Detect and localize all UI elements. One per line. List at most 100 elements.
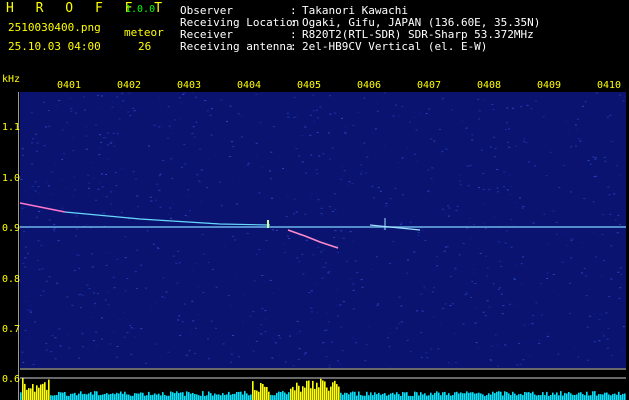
- noise-speck: [167, 106, 170, 108]
- signal-bar: [184, 395, 186, 400]
- signal-bar: [268, 391, 270, 400]
- noise-speck: [146, 230, 149, 232]
- signal-bar: [230, 394, 232, 400]
- noise-speck: [425, 113, 428, 114]
- noise-speck: [486, 300, 489, 302]
- noise-speck: [500, 265, 503, 267]
- signal-bar: [270, 394, 272, 400]
- noise-speck: [327, 321, 330, 323]
- spectrogram-plot: [20, 92, 626, 368]
- noise-speck: [557, 353, 560, 355]
- noise-speck: [74, 235, 77, 237]
- noise-speck: [31, 185, 34, 187]
- noise-speck: [459, 180, 462, 182]
- noise-speck: [95, 344, 98, 346]
- noise-speck: [163, 297, 166, 299]
- signal-bar: [516, 395, 518, 400]
- noise-speck: [247, 162, 250, 164]
- noise-speck: [538, 342, 541, 344]
- signal-bar: [200, 395, 202, 400]
- signal-bar: [70, 393, 72, 400]
- noise-speck: [447, 205, 449, 207]
- noise-speck: [123, 336, 126, 338]
- signal-bar: [498, 391, 500, 400]
- noise-speck: [115, 356, 118, 358]
- signal-bar: [584, 395, 586, 400]
- noise-speck: [116, 133, 119, 135]
- noise-speck: [583, 198, 586, 199]
- noise-speck: [504, 344, 507, 346]
- noise-speck: [282, 167, 284, 169]
- noise-speck: [302, 273, 305, 275]
- signal-bar: [588, 395, 590, 400]
- noise-speck: [501, 313, 504, 315]
- noise-speck: [496, 169, 499, 170]
- noise-speck: [243, 294, 246, 296]
- noise-speck: [61, 129, 64, 131]
- signal-bar: [54, 395, 56, 400]
- noise-speck: [105, 196, 108, 198]
- noise-speck: [348, 181, 351, 183]
- signal-bar: [130, 395, 132, 400]
- noise-speck: [351, 240, 354, 241]
- noise-speck: [613, 193, 616, 195]
- noise-speck: [184, 163, 187, 165]
- noise-speck: [175, 263, 178, 264]
- noise-speck: [304, 172, 307, 174]
- noise-speck: [493, 156, 496, 158]
- noise-speck: [319, 106, 322, 108]
- noise-speck: [506, 230, 509, 232]
- noise-speck: [503, 186, 505, 188]
- noise-speck: [489, 146, 492, 148]
- noise-speck: [355, 342, 358, 344]
- signal-bar: [238, 391, 240, 400]
- noise-speck: [490, 360, 493, 362]
- noise-speck: [443, 250, 446, 252]
- noise-speck: [104, 137, 107, 139]
- noise-speck: [406, 272, 408, 274]
- noise-speck: [264, 331, 267, 333]
- noise-speck: [516, 303, 519, 305]
- noise-speck: [541, 314, 543, 316]
- signal-bar: [314, 388, 316, 400]
- noise-speck: [334, 112, 337, 114]
- noise-speck: [357, 112, 360, 113]
- noise-speck: [598, 340, 601, 342]
- noise-speck: [427, 169, 430, 171]
- noise-speck: [193, 136, 196, 138]
- noise-speck: [199, 148, 202, 150]
- noise-speck: [430, 348, 433, 350]
- signal-bar: [244, 391, 246, 400]
- noise-speck: [549, 151, 552, 153]
- noise-speck: [574, 124, 577, 126]
- noise-speck: [50, 171, 53, 173]
- noise-speck: [322, 266, 325, 268]
- noise-speck: [101, 186, 104, 188]
- noise-speck: [352, 289, 355, 291]
- noise-speck: [325, 329, 328, 331]
- noise-speck: [579, 140, 582, 142]
- signal-bar: [502, 395, 504, 400]
- noise-speck: [625, 95, 626, 97]
- noise-speck: [484, 315, 487, 317]
- noise-speck: [234, 239, 237, 241]
- noise-speck: [286, 112, 289, 114]
- noise-speck: [172, 255, 175, 257]
- noise-speck: [427, 190, 430, 192]
- noise-speck: [352, 283, 355, 285]
- signal-bar: [412, 396, 414, 400]
- noise-speck: [385, 205, 388, 207]
- noise-speck: [240, 136, 243, 138]
- time-tick: 0409: [537, 80, 562, 91]
- noise-speck: [589, 163, 592, 165]
- noise-speck: [264, 310, 267, 312]
- noise-speck: [45, 126, 47, 128]
- noise-speck: [598, 181, 601, 183]
- noise-speck: [86, 223, 89, 225]
- noise-speck: [61, 158, 64, 160]
- noise-speck: [53, 230, 56, 232]
- signal-bar: [340, 392, 342, 400]
- signal-bar: [76, 395, 78, 400]
- noise-speck: [493, 215, 496, 217]
- noise-speck: [489, 359, 492, 361]
